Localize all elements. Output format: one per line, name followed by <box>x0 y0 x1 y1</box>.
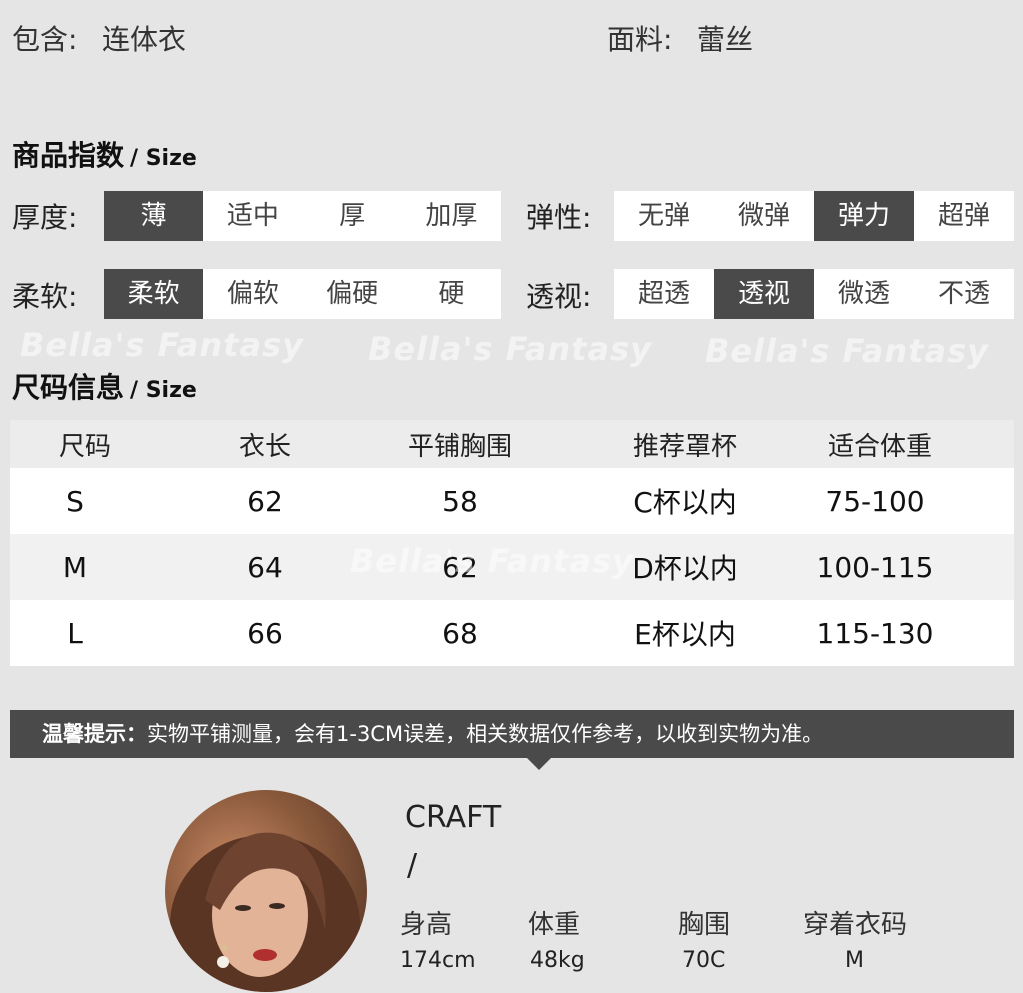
thickness-option: 厚 <box>339 201 366 231</box>
watermark: Bella's Fantasy <box>350 542 634 580</box>
transparency-option: 超透 <box>637 279 690 309</box>
tip-banner: 温馨提示：实物平铺测量，会有1-3CM误差，相关数据仅作参考，以收到实物为准。 <box>10 710 1014 758</box>
softness-option: 偏软 <box>226 279 279 309</box>
softness-scale: 柔软 偏软 偏硬 硬 <box>104 269 501 319</box>
table-cell: 68 <box>442 616 478 650</box>
watermark: Bella's Fantasy <box>368 330 652 368</box>
transparency-label: 透视: <box>526 280 592 313</box>
model-avatar <box>165 790 367 992</box>
model-label-height: 身高 <box>400 910 453 940</box>
product-index-title: 商品指数 <box>12 139 125 172</box>
model-title: CRAFT <box>405 800 502 835</box>
tip-arrow-icon <box>527 758 551 770</box>
table-cell: 58 <box>442 484 478 518</box>
product-index-subtitle: / Size <box>130 146 197 171</box>
softness-option: 柔软 <box>104 269 204 319</box>
tip-title: 温馨提示： <box>42 722 147 746</box>
thickness-option: 适中 <box>226 201 279 231</box>
size-info-subtitle: / Size <box>130 378 197 403</box>
model-label-size: 穿着衣码 <box>803 910 908 940</box>
table-cell: 100-115 <box>816 550 934 584</box>
table-cell: 62 <box>247 484 283 518</box>
thickness-label: 厚度: <box>12 201 78 234</box>
transparency-option: 透视 <box>714 269 814 319</box>
transparency-option: 不透 <box>937 279 990 309</box>
table-cell: 64 <box>247 550 283 584</box>
thickness-option: 薄 <box>104 191 204 241</box>
header-cell: 适合体重 <box>827 431 932 462</box>
table-cell: C杯以内 <box>633 486 737 519</box>
table-cell: M <box>62 550 88 584</box>
header-cell: 尺码 <box>58 431 111 462</box>
watermark: Bella's Fantasy <box>705 332 989 370</box>
elasticity-option: 超弹 <box>937 201 990 231</box>
table-cell: 66 <box>247 616 283 650</box>
size-table-header: 尺码 衣长 平铺胸围 推荐罩杯 适合体重 <box>10 420 1014 468</box>
thickness-option: 加厚 <box>425 201 478 231</box>
elasticity-option: 微弹 <box>737 201 790 231</box>
transparency-scale: 超透 透视 微透 不透 <box>614 269 1014 319</box>
table-row: S 62 58 C杯以内 75-100 <box>10 468 1014 534</box>
softness-option: 硬 <box>438 279 465 309</box>
fabric-value: 蕾丝 <box>697 23 754 56</box>
transparency-option: 微透 <box>837 279 890 309</box>
table-row: L 66 68 E杯以内 115-130 <box>10 600 1014 666</box>
thickness-scale: 薄 适中 厚 加厚 <box>104 191 501 241</box>
model-value-weight: 48kg <box>530 948 585 973</box>
includes-label: 包含: <box>12 23 78 56</box>
header-cell: 推荐罩杯 <box>632 431 737 462</box>
elasticity-option: 无弹 <box>637 201 690 231</box>
elasticity-label: 弹性: <box>526 201 592 234</box>
size-info-heading: 尺码信息 / Size <box>12 366 197 406</box>
product-index-heading: 商品指数 / Size <box>12 134 197 174</box>
includes-value: 连体衣 <box>102 23 187 56</box>
table-cell: 115-130 <box>816 616 934 650</box>
elasticity-option: 弹力 <box>814 191 914 241</box>
model-label-weight: 体重 <box>528 910 581 940</box>
watermark: Bella's Fantasy <box>20 326 304 364</box>
tip-text: 实物平铺测量，会有1-3CM误差，相关数据仅作参考，以收到实物为准。 <box>147 722 824 746</box>
softness-option: 偏硬 <box>326 279 379 309</box>
model-slash: / <box>407 848 418 883</box>
table-cell: L <box>67 616 83 650</box>
model-value-bust: 70C <box>682 948 726 973</box>
model-label-bust: 胸围 <box>678 910 731 940</box>
model-portrait-icon <box>170 832 360 992</box>
table-cell: 75-100 <box>825 484 925 518</box>
header-cell: 衣长 <box>238 431 291 462</box>
model-value-height: 174cm <box>400 948 476 973</box>
model-value-size: M <box>845 948 864 973</box>
size-info-title: 尺码信息 <box>12 371 125 404</box>
fabric-label: 面料: <box>607 23 673 56</box>
header-cell: 平铺胸围 <box>407 431 512 462</box>
table-cell: E杯以内 <box>634 618 736 651</box>
softness-label: 柔软: <box>12 280 78 313</box>
table-cell: S <box>66 484 84 518</box>
elasticity-scale: 无弹 微弹 弹力 超弹 <box>614 191 1014 241</box>
